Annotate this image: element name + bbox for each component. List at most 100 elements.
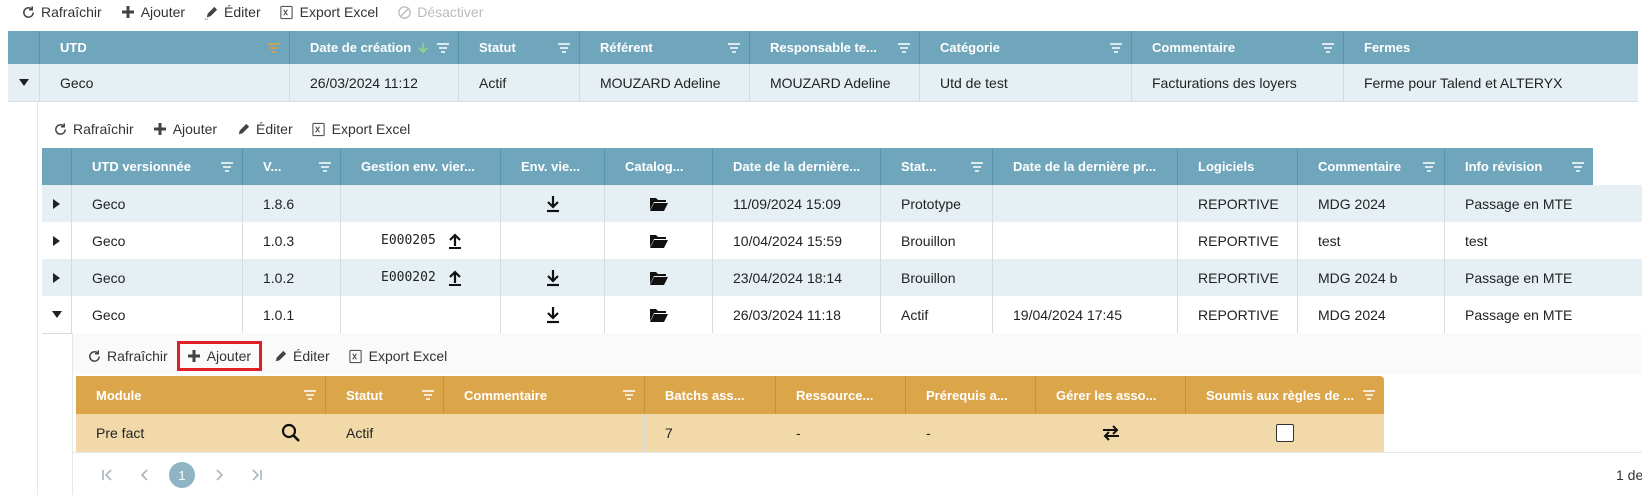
filter-icon[interactable] xyxy=(1109,42,1123,53)
header-env-vierge[interactable]: Env. vie... xyxy=(501,148,605,185)
export-excel-button[interactable]: Export Excel xyxy=(348,348,447,364)
header-commentaire[interactable]: Commentaire xyxy=(1298,148,1445,185)
filter-icon[interactable] xyxy=(267,42,281,53)
first-page-button[interactable] xyxy=(93,461,121,489)
header-statut[interactable]: Statut xyxy=(459,31,580,64)
next-page-button[interactable] xyxy=(205,461,233,489)
refresh-button[interactable]: Rafraîchir xyxy=(20,4,102,20)
folder-open-icon[interactable] xyxy=(649,307,669,323)
edit-button[interactable]: Éditer xyxy=(203,4,261,20)
cell-commentaire: Facturations des loyers xyxy=(1132,64,1344,101)
cell-catalogue xyxy=(605,296,713,333)
header-prerequis[interactable]: Prérequis a... xyxy=(906,376,1036,414)
filter-icon[interactable] xyxy=(1362,390,1376,400)
filter-icon[interactable] xyxy=(318,161,332,172)
header-date-derniere[interactable]: Date de la dernière... xyxy=(713,148,881,185)
export-excel-button[interactable]: Export Excel xyxy=(279,4,378,20)
search-icon[interactable] xyxy=(281,423,301,443)
expand-row-button[interactable] xyxy=(42,222,72,259)
header-info-revision[interactable]: Info révision xyxy=(1445,148,1593,185)
upload-icon[interactable] xyxy=(448,269,462,286)
header-logiciels[interactable]: Logiciels xyxy=(1178,148,1298,185)
expand-row-button[interactable] xyxy=(42,185,72,222)
header-catalogue[interactable]: Catalog... xyxy=(605,148,713,185)
filter-icon[interactable] xyxy=(220,161,234,172)
header-ressources[interactable]: Ressource... xyxy=(776,376,906,414)
folder-open-icon[interactable] xyxy=(649,233,669,249)
table-row[interactable]: Geco 26/03/2024 11:12 Actif MOUZARD Adel… xyxy=(8,64,1638,102)
header-module[interactable]: Module xyxy=(76,376,326,414)
table-row[interactable]: Pre fact Actif 7 - - xyxy=(76,414,1384,452)
header-categorie[interactable]: Catégorie xyxy=(920,31,1132,64)
table-row[interactable]: Geco 1.0.3 E000205 10/04/2024 15:59 Brou… xyxy=(42,222,1642,260)
filter-icon[interactable] xyxy=(1571,161,1585,172)
cell-gestion-env: E000205 xyxy=(341,222,501,259)
cell-catalogue xyxy=(605,222,713,259)
header-utd[interactable]: UTD xyxy=(40,31,290,64)
filter-icon[interactable] xyxy=(1422,161,1436,172)
disable-button[interactable]: Désactiver xyxy=(396,4,483,20)
table-row[interactable]: Geco 1.0.1 26/03/2024 11:18 Actif 19/04/… xyxy=(42,296,1642,334)
last-page-button[interactable] xyxy=(243,461,271,489)
edit-button[interactable]: Éditer xyxy=(235,121,293,137)
filter-icon[interactable] xyxy=(622,390,636,400)
expand-row-button[interactable] xyxy=(42,259,72,296)
filter-icon[interactable] xyxy=(970,161,984,172)
swap-arrows-icon[interactable] xyxy=(1101,425,1121,441)
filter-icon[interactable] xyxy=(1321,42,1335,53)
table-row[interactable]: Geco 1.0.2 E000202 23/04/2024 18:14 Brou… xyxy=(42,259,1642,297)
filter-icon[interactable] xyxy=(436,42,450,53)
cell-statut: Brouillon xyxy=(881,259,993,296)
header-version[interactable]: V... xyxy=(243,148,341,185)
collapse-row-button[interactable] xyxy=(8,64,40,101)
header-gerer-associations[interactable]: Gérer les asso... xyxy=(1036,376,1186,414)
header-soumis-regles[interactable]: Soumis aux règles de ... xyxy=(1186,376,1384,414)
add-button[interactable]: Ajouter xyxy=(176,341,263,371)
filter-icon[interactable] xyxy=(727,42,741,53)
prev-page-button[interactable] xyxy=(131,461,159,489)
header-gestion-env[interactable]: Gestion env. vier... xyxy=(341,148,501,185)
caret-down-icon xyxy=(18,78,29,86)
add-button[interactable]: Ajouter xyxy=(152,121,217,137)
refresh-button[interactable]: Rafraîchir xyxy=(86,348,168,364)
upload-icon[interactable] xyxy=(448,232,462,249)
refresh-button[interactable]: Rafraîchir xyxy=(52,121,134,137)
header-statut[interactable]: Stat... xyxy=(881,148,993,185)
header-commentaire[interactable]: Commentaire xyxy=(1132,31,1344,64)
header-statut[interactable]: Statut xyxy=(326,376,444,414)
header-date-creation[interactable]: Date de création xyxy=(290,31,459,64)
folder-open-icon[interactable] xyxy=(649,196,669,212)
cell-utd: Geco xyxy=(72,222,243,259)
table-row[interactable]: Geco 1.8.6 11/09/2024 15:09 Prototype RE… xyxy=(42,185,1642,223)
header-fermes[interactable]: Fermes xyxy=(1344,31,1638,64)
header-referent[interactable]: Référent xyxy=(580,31,750,64)
header-date-derniere-pr[interactable]: Date de la dernière pr... xyxy=(993,148,1178,185)
modules-grid-header: Module Statut Commentaire Batchs ass... … xyxy=(76,376,1384,414)
collapse-row-button[interactable] xyxy=(42,296,72,333)
chevron-left-icon xyxy=(140,469,148,481)
download-icon[interactable] xyxy=(545,269,561,287)
header-commentaire[interactable]: Commentaire xyxy=(444,376,645,414)
header-responsable[interactable]: Responsable te... xyxy=(750,31,920,64)
download-icon[interactable] xyxy=(545,195,561,213)
page-count: 1 de xyxy=(1616,467,1642,483)
download-icon[interactable] xyxy=(545,306,561,324)
detail-frame-left xyxy=(37,101,38,495)
edit-button[interactable]: Éditer xyxy=(272,348,330,364)
page-number[interactable]: 1 xyxy=(169,462,195,488)
cell-categorie: Utd de test xyxy=(920,64,1132,101)
filter-icon[interactable] xyxy=(897,42,911,53)
cell-gestion-env: E000202 xyxy=(341,259,501,296)
folder-open-icon[interactable] xyxy=(649,270,669,286)
add-button[interactable]: Ajouter xyxy=(120,4,185,20)
cell-referent: MOUZARD Adeline xyxy=(580,64,750,101)
filter-icon[interactable] xyxy=(303,390,317,400)
filter-icon[interactable] xyxy=(557,42,571,53)
header-utd-versionnee[interactable]: UTD versionnée xyxy=(72,148,243,185)
sort-down-icon[interactable] xyxy=(417,42,429,54)
rules-checkbox[interactable] xyxy=(1276,424,1294,442)
export-excel-button[interactable]: Export Excel xyxy=(311,121,410,137)
filter-icon[interactable] xyxy=(421,390,435,400)
header-batchs[interactable]: Batchs ass... xyxy=(645,376,776,414)
cell-responsable: MOUZARD Adeline xyxy=(750,64,920,101)
